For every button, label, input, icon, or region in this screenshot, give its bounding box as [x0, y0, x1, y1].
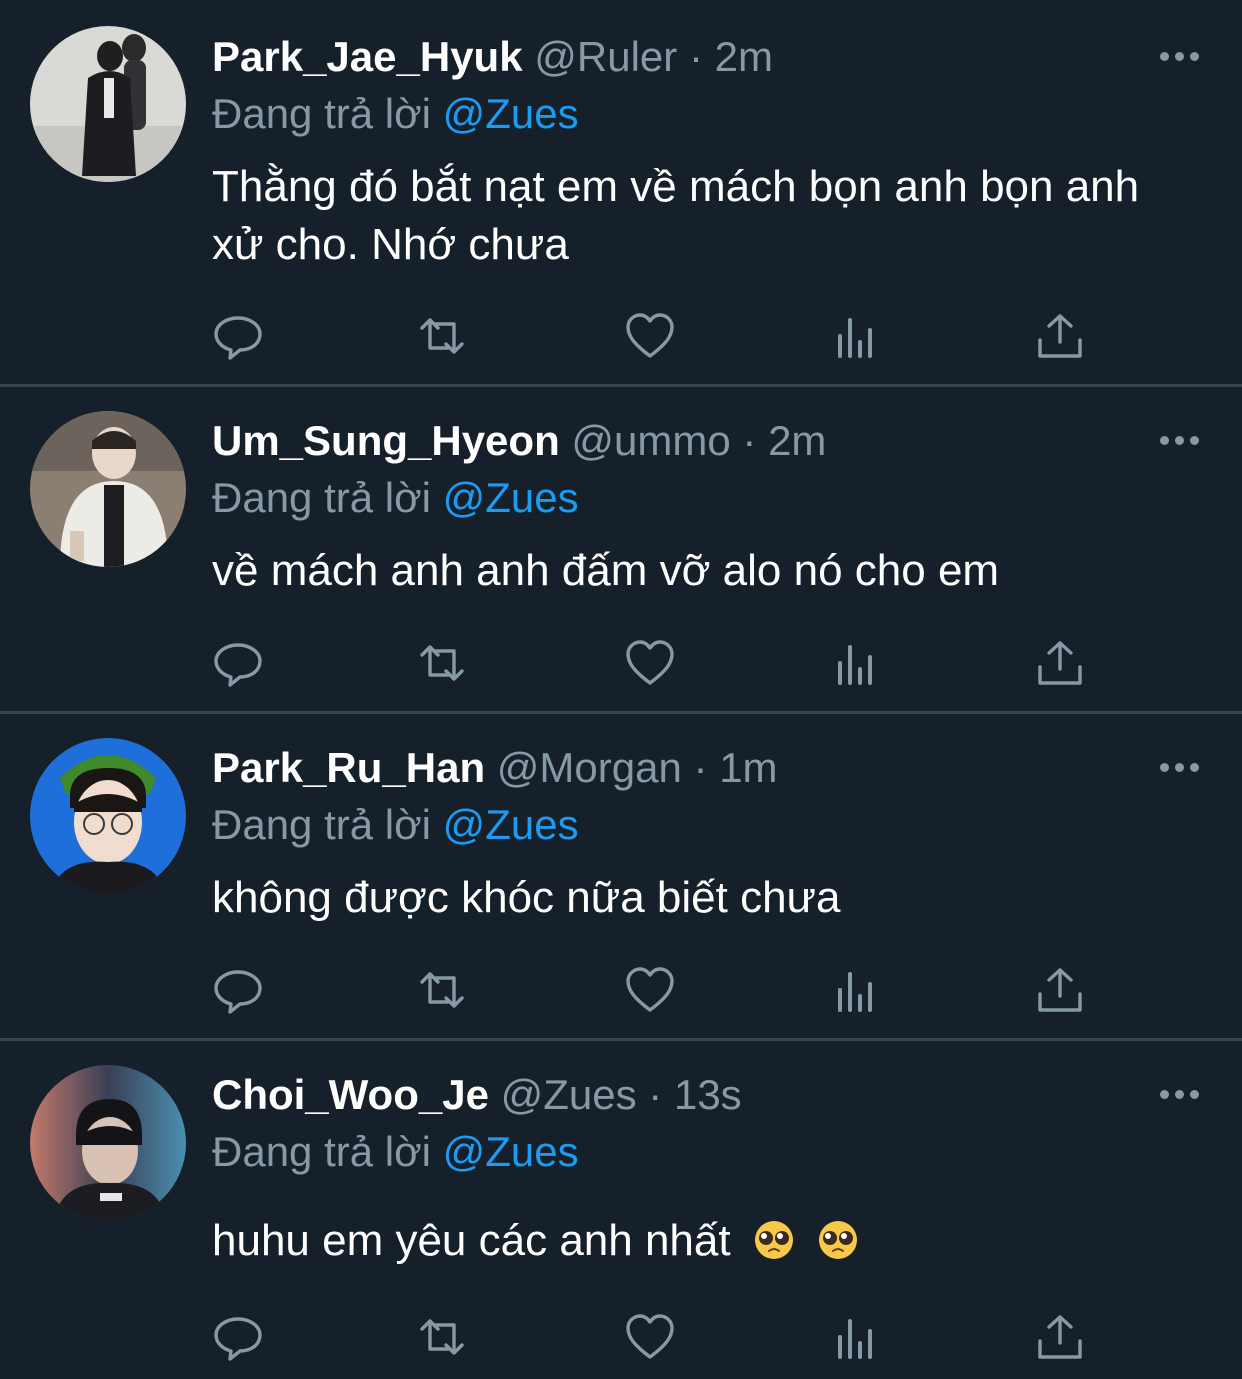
- replying-to: Đang trả lời @Zues: [212, 470, 579, 526]
- timestamp[interactable]: 2m: [715, 33, 773, 80]
- avatar[interactable]: [30, 26, 186, 182]
- user-handle[interactable]: @Ruler: [534, 33, 677, 80]
- replying-to: Đang trả lời @Zues: [212, 797, 579, 853]
- separator: ·: [688, 33, 703, 80]
- tweet-header: Um_Sung_Hyeon @ummo · 2m: [212, 413, 826, 469]
- tweet[interactable]: Park_Jae_Hyuk @Ruler · 2m Đang trả lời @…: [0, 0, 1242, 384]
- user-handle[interactable]: @Morgan: [497, 744, 682, 791]
- tweet-actions: [212, 639, 1092, 687]
- separator: ·: [742, 417, 757, 464]
- retweet-icon[interactable]: [416, 312, 468, 360]
- tweet-actions: [212, 312, 1092, 360]
- retweet-icon[interactable]: [416, 966, 468, 1014]
- user-handle[interactable]: @ummo: [571, 417, 730, 464]
- mention-link[interactable]: @Zues: [443, 90, 579, 137]
- retweet-icon[interactable]: [416, 1313, 468, 1361]
- tweet[interactable]: Park_Ru_Han @Morgan · 1m Đang trả lời @Z…: [0, 714, 1242, 1038]
- tweet-text: Thằng đó bắt nạt em về mách bọn anh bọn …: [212, 162, 1140, 269]
- mention-link[interactable]: @Zues: [443, 801, 579, 848]
- retweet-icon[interactable]: [416, 639, 468, 687]
- timestamp[interactable]: 2m: [768, 417, 826, 464]
- analytics-icon[interactable]: [830, 966, 882, 1014]
- more-options-icon[interactable]: [1158, 757, 1202, 777]
- avatar[interactable]: [30, 738, 186, 894]
- mention-link[interactable]: @Zues: [443, 474, 579, 521]
- share-icon[interactable]: [1034, 1313, 1086, 1361]
- share-icon[interactable]: [1034, 312, 1086, 360]
- avatar-photo: [30, 411, 186, 567]
- share-icon[interactable]: [1034, 639, 1086, 687]
- avatar[interactable]: [30, 1065, 186, 1221]
- mention-link[interactable]: @Zues: [443, 1128, 579, 1175]
- reply-feed: Park_Jae_Hyuk @Ruler · 2m Đang trả lời @…: [0, 0, 1242, 1379]
- user-handle[interactable]: @Zues: [501, 1071, 637, 1118]
- heart-icon[interactable]: [624, 1313, 676, 1361]
- pleading-face-emoji: [817, 1218, 859, 1260]
- tweet-text: về mách anh anh đấm vỡ alo nó cho em: [212, 546, 1000, 595]
- analytics-icon[interactable]: [830, 1313, 882, 1361]
- separator: ·: [648, 1071, 663, 1118]
- avatar-photo: [30, 26, 186, 182]
- pleading-face-emoji: [753, 1218, 795, 1260]
- reply-icon[interactable]: [212, 312, 264, 360]
- reply-icon[interactable]: [212, 1313, 264, 1361]
- replying-to: Đang trả lời @Zues: [212, 1124, 579, 1180]
- replying-to: Đang trả lời @Zues: [212, 86, 579, 142]
- tweet-text: không được khóc nữa biết chưa: [212, 873, 841, 922]
- display-name[interactable]: Park_Ru_Han: [212, 744, 485, 791]
- separator: ·: [693, 744, 708, 791]
- reply-icon[interactable]: [212, 639, 264, 687]
- avatar-photo: [30, 738, 186, 894]
- replying-to-label: Đang trả lời: [212, 1128, 431, 1175]
- timestamp[interactable]: 13s: [674, 1071, 742, 1118]
- avatar-photo: [30, 1065, 186, 1221]
- display-name[interactable]: Um_Sung_Hyeon: [212, 417, 560, 464]
- heart-icon[interactable]: [624, 312, 676, 360]
- replying-to-label: Đang trả lời: [212, 90, 431, 137]
- analytics-icon[interactable]: [830, 312, 882, 360]
- heart-icon[interactable]: [624, 639, 676, 687]
- tweet-header: Park_Jae_Hyuk @Ruler · 2m: [212, 29, 773, 85]
- tweet-text: huhu em yêu các anh nhất: [212, 1216, 731, 1265]
- analytics-icon[interactable]: [830, 639, 882, 687]
- tweet[interactable]: Choi_Woo_Je @Zues · 13s Đang trả lời @Zu…: [0, 1041, 1242, 1379]
- tweet-text-row: huhu em yêu các anh nhất: [212, 1212, 1202, 1270]
- more-options-icon[interactable]: [1158, 46, 1202, 66]
- more-options-icon[interactable]: [1158, 1084, 1202, 1104]
- tweet-actions: [212, 1313, 1092, 1361]
- replying-to-label: Đang trả lời: [212, 801, 431, 848]
- tweet-header: Choi_Woo_Je @Zues · 13s: [212, 1067, 742, 1123]
- replying-to-label: Đang trả lời: [212, 474, 431, 521]
- display-name[interactable]: Park_Jae_Hyuk: [212, 33, 523, 80]
- tweet[interactable]: Um_Sung_Hyeon @ummo · 2m Đang trả lời @Z…: [0, 387, 1242, 711]
- share-icon[interactable]: [1034, 966, 1086, 1014]
- heart-icon[interactable]: [624, 966, 676, 1014]
- avatar[interactable]: [30, 411, 186, 567]
- more-options-icon[interactable]: [1158, 430, 1202, 450]
- tweet-actions: [212, 966, 1092, 1014]
- tweet-header: Park_Ru_Han @Morgan · 1m: [212, 740, 778, 796]
- reply-icon[interactable]: [212, 966, 264, 1014]
- timestamp[interactable]: 1m: [719, 744, 777, 791]
- display-name[interactable]: Choi_Woo_Je: [212, 1071, 489, 1118]
